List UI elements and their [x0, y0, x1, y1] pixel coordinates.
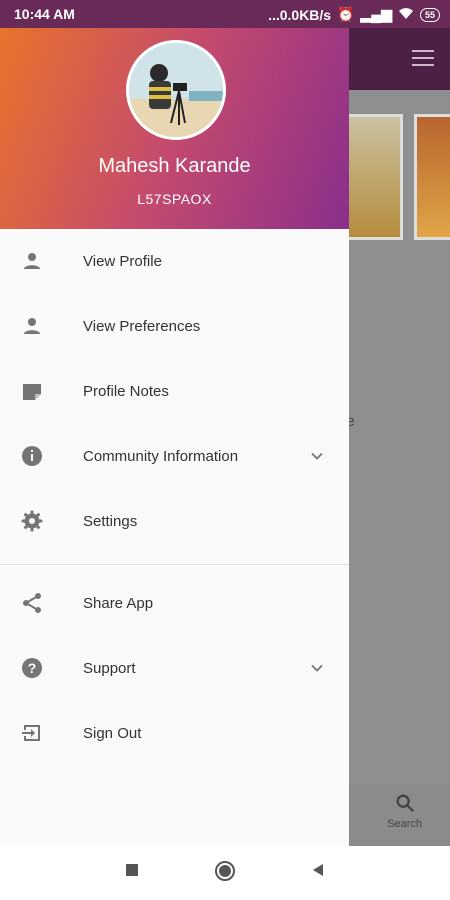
- battery-icon: 55: [419, 7, 440, 22]
- drawer-menu: View Profile View Preferences Profile No…: [0, 229, 349, 766]
- svg-text:?: ?: [28, 660, 37, 676]
- menu-icon[interactable]: [412, 50, 434, 66]
- menu-item-label: Community Information: [83, 448, 239, 465]
- recents-button[interactable]: [124, 862, 140, 878]
- wifi-icon: [398, 6, 414, 23]
- menu-item-sign-out[interactable]: Sign Out: [0, 701, 349, 766]
- status-bar: 10:44 AM ...0.0KB/s ⏰ ▂▄▆ 55: [0, 0, 450, 28]
- gear-icon: [21, 510, 43, 532]
- person-icon: [24, 318, 40, 334]
- menu-item-view-profile[interactable]: View Profile: [0, 229, 349, 294]
- search-tab-label: Search: [387, 818, 422, 830]
- status-time: 10:44 AM: [14, 6, 75, 22]
- info-icon: [22, 446, 42, 466]
- home-button[interactable]: [214, 860, 236, 882]
- divider: [0, 564, 349, 565]
- note-icon: [23, 384, 41, 400]
- user-code: L57SPAOX: [137, 191, 212, 207]
- share-icon: [23, 593, 41, 613]
- sign-out-icon: [22, 725, 40, 741]
- menu-item-profile-notes[interactable]: Profile Notes: [0, 359, 349, 424]
- menu-item-share-app[interactable]: Share App: [0, 571, 349, 636]
- drawer-header: Mahesh Karande L57SPAOX: [0, 28, 349, 229]
- help-icon: ?: [22, 658, 42, 678]
- menu-item-label: Profile Notes: [83, 383, 169, 400]
- alarm-icon: ⏰: [337, 6, 355, 22]
- menu-item-label: Support: [83, 660, 136, 677]
- system-nav-bar: [0, 846, 450, 900]
- navigation-drawer: Mahesh Karande L57SPAOX View Profile Vie…: [0, 28, 349, 846]
- signal-icon: ▂▄▆: [360, 6, 392, 22]
- book-cover[interactable]: [345, 114, 403, 240]
- menu-item-label: Sign Out: [83, 725, 142, 742]
- user-name: Mahesh Karande: [98, 155, 251, 177]
- menu-item-label: View Preferences: [83, 318, 201, 335]
- back-button[interactable]: [310, 862, 326, 878]
- network-speed: ...0.0KB/s: [268, 6, 332, 23]
- chevron-down-icon[interactable]: [307, 446, 327, 466]
- chevron-down-icon[interactable]: [307, 658, 327, 678]
- book-cover[interactable]: [414, 114, 450, 240]
- avatar[interactable]: [126, 40, 226, 140]
- search-tab[interactable]: Search: [387, 792, 422, 830]
- person-icon: [24, 253, 40, 269]
- menu-item-support[interactable]: ? Support: [0, 636, 349, 701]
- search-icon: [396, 794, 414, 813]
- menu-item-settings[interactable]: Settings: [0, 489, 349, 554]
- menu-item-label: View Profile: [83, 253, 162, 270]
- menu-item-label: Settings: [83, 513, 138, 530]
- menu-item-view-preferences[interactable]: View Preferences: [0, 294, 349, 359]
- menu-item-community-information[interactable]: Community Information: [0, 424, 349, 489]
- menu-item-label: Share App: [83, 595, 154, 612]
